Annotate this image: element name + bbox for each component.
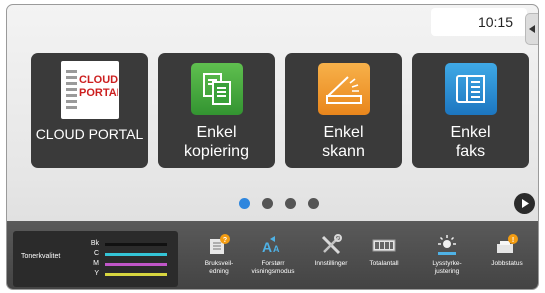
brightness-button[interactable]: Lysstyrke- justering	[420, 233, 474, 289]
guide-button[interactable]: ? Bruksveil- edning	[192, 233, 246, 289]
job-status-button[interactable]: ! Jobbstatus	[480, 233, 534, 289]
counter-icon	[372, 239, 396, 252]
toner-label: C	[93, 250, 99, 257]
cloud-portal-icon: CLOUD PORTAL	[60, 61, 119, 119]
toner-row-y: Y	[73, 269, 173, 279]
svg-text:?: ?	[223, 237, 227, 244]
toner-title: Tonerkvalitet	[21, 253, 61, 260]
tile-label: Enkel kopiering	[184, 124, 249, 160]
page-dot-1[interactable]	[239, 198, 250, 209]
side-panel-tab[interactable]	[525, 13, 538, 45]
tile-label: CLOUD PORTAL	[35, 126, 144, 142]
tile-label: Enkel skann	[322, 124, 365, 160]
play-arrow-icon	[521, 199, 529, 208]
toner-row-bk: Bk	[73, 239, 173, 249]
enlarge-display-label: Forstørr visningsmodus	[251, 260, 295, 275]
scanner-icon	[317, 63, 370, 115]
page-dot-3[interactable]	[285, 198, 296, 209]
page-indicator	[239, 198, 319, 209]
total-count-label: Totalantall	[369, 260, 399, 267]
copy-icon	[190, 63, 243, 115]
brightness-icon	[438, 235, 456, 255]
toner-row-m: M	[73, 259, 173, 269]
toner-bar-c	[105, 253, 167, 256]
settings-tools-icon	[321, 234, 342, 255]
arrow-left-icon	[529, 25, 535, 33]
guide-icon: ?	[210, 234, 230, 254]
tile-simple-copy[interactable]: Enkel kopiering	[158, 53, 275, 168]
magnify-text-icon: A A	[262, 236, 280, 255]
toner-label: Bk	[90, 240, 99, 247]
page-dot-4[interactable]	[308, 198, 319, 209]
tile-simple-scan[interactable]: Enkel skann	[285, 53, 402, 168]
tile-label: Enkel faks	[450, 124, 491, 160]
cloud-logo-line1: CLOUD	[79, 74, 118, 86]
enlarge-display-button[interactable]: A A Forstørr visningsmodus	[246, 233, 300, 289]
page-dot-2[interactable]	[262, 198, 273, 209]
cloud-logo-line2: PORTAL	[79, 87, 118, 99]
total-count-button[interactable]: Totalantall	[357, 233, 411, 289]
tile-cloud-portal[interactable]: CLOUD PORTAL CLOUD PORTAL	[31, 53, 148, 168]
job-status-icon: !	[497, 234, 518, 253]
toner-bar-m	[105, 263, 167, 266]
toner-bar-bk	[105, 243, 167, 246]
svg-text:A: A	[262, 239, 272, 255]
settings-button[interactable]: Innstillinger	[304, 233, 358, 289]
home-screen: 10:15 CLOUD PORTAL CLOUD PORTAL	[6, 4, 539, 290]
job-status-label: Jobbstatus	[491, 260, 523, 267]
svg-text:A: A	[273, 244, 280, 254]
toner-label: M	[93, 260, 99, 267]
fax-icon	[444, 63, 497, 115]
brightness-label: Lysstyrke- justering	[432, 260, 462, 275]
guide-label: Bruksveil- edning	[204, 260, 234, 275]
toner-row-c: C	[73, 249, 173, 259]
toner-label: Y	[94, 270, 99, 277]
toner-status[interactable]: Tonerkvalitet Bk C M Y	[13, 231, 178, 287]
next-page-button[interactable]	[514, 193, 535, 214]
svg-text:!: !	[512, 237, 514, 244]
clock: 10:15	[431, 8, 527, 36]
tile-simple-fax[interactable]: Enkel faks	[412, 53, 529, 168]
toner-bar-y	[105, 273, 167, 276]
